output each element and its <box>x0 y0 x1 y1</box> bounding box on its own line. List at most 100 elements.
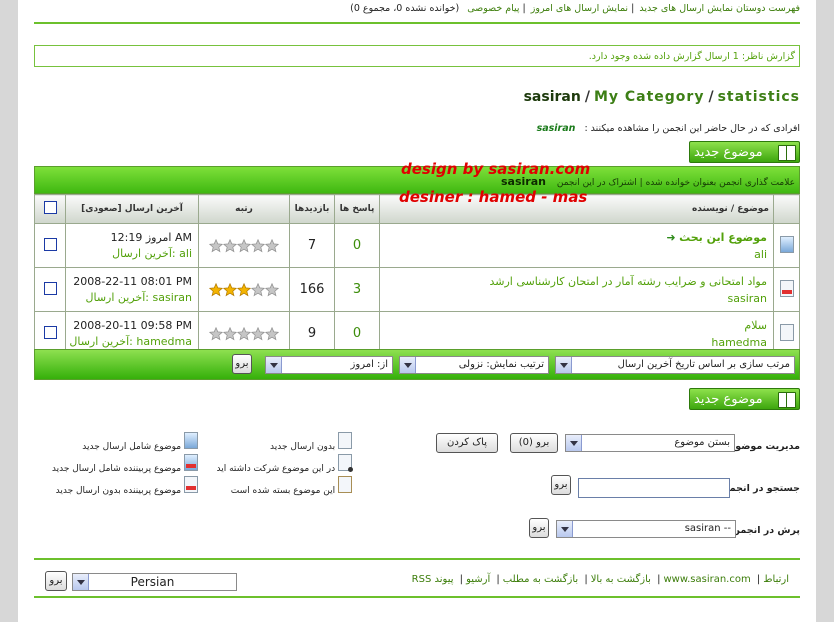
new-topic-button-bottom[interactable]: موضوع جدید <box>689 388 800 410</box>
chevron-down-icon <box>400 357 416 373</box>
nav-new-posts-link[interactable]: فهرست دوستان نمایش ارسال های جدید <box>639 3 800 14</box>
nav-private-messages-link[interactable]: پیام خصوصی <box>467 3 519 14</box>
footer-archive-link[interactable]: آرشیو <box>466 574 490 585</box>
forum-jump-go-button[interactable]: برو <box>529 518 549 538</box>
legend-item: موضوع پربیننده شامل ارسال جدید <box>52 454 198 474</box>
topic-author-link[interactable]: hamedma <box>711 336 767 349</box>
chevron-down-icon <box>557 521 573 537</box>
last-post-cell: 2008-22-11 08:01 PM آخرین ارسال: sasiran <box>65 267 199 312</box>
col-rating[interactable]: رتبه <box>198 194 290 224</box>
footer-contact-link[interactable]: ارتباط <box>763 574 789 585</box>
rating-star-icon <box>237 238 251 252</box>
forum-jump-select[interactable]: -- sasiran <box>556 520 736 538</box>
sort-order-select[interactable]: ترتیب نمایش: نزولی <box>399 356 549 374</box>
sort-order-value: ترتیب نمایش: نزولی <box>458 359 544 370</box>
last-post-user[interactable]: ali <box>179 247 192 260</box>
hot-new-posts-topic-icon <box>184 454 198 471</box>
topic-hot-icon <box>779 279 794 297</box>
legend-item: بدون ارسال جدید <box>270 432 352 452</box>
legend-label: بدون ارسال جدید <box>270 442 336 452</box>
mark-forum-read-link[interactable]: علامت گذاری انجمن بعنوان خوانده شده <box>646 178 795 188</box>
chevron-down-icon <box>73 574 89 590</box>
row-checkbox[interactable] <box>43 325 57 339</box>
viewers-label: افرادی که در حال حاضر این انجمن را مشاهد… <box>584 123 800 134</box>
legend-label: موضوع شامل ارسال جدید <box>82 442 182 452</box>
watermark-line-2: desiner : hamed - mas <box>399 188 588 206</box>
rating-star-icon <box>265 238 279 252</box>
col-last-post[interactable]: آخرین ارسال [صعودی] <box>65 194 199 224</box>
sort-go-button[interactable]: برو <box>232 354 252 374</box>
topic-title-link[interactable]: سلام <box>744 319 767 332</box>
book-icon <box>778 145 796 161</box>
sort-bar: مرتب سازی بر اساس تاریخ آخرین ارسال ترتی… <box>34 349 800 380</box>
rating-stars <box>209 282 279 297</box>
breadcrumb-root[interactable]: statistics <box>718 89 800 105</box>
sort-by-value: مرتب سازی بر اساس تاریخ آخرین ارسال <box>617 359 790 370</box>
breadcrumb-category[interactable]: My Category <box>594 89 705 105</box>
watermark-line-1: design by sasiran.com <box>401 160 591 178</box>
report-label: گزارش ناظر: <box>741 51 795 62</box>
top-navigation: فهرست دوستان نمایش ارسال های جدید| نمایش… <box>34 0 800 24</box>
sort-by-select[interactable]: مرتب سازی بر اساس تاریخ آخرین ارسال <box>555 356 795 374</box>
new-topic-button[interactable]: موضوع جدید <box>689 141 800 163</box>
footer-back-to-content-link[interactable]: بازگشت به مطلب <box>503 574 578 585</box>
legend-item: موضوع پربیننده بدون ارسال جدید <box>56 476 198 496</box>
no-new-posts-icon <box>338 432 352 449</box>
legend-item: موضوع شامل ارسال جدید <box>82 432 198 452</box>
table-row: امروز 12:19 AM آخرین ارسال: ali 7 0 ➜ موضوع … <box>34 223 800 268</box>
col-views[interactable]: بازدیدها <box>289 194 335 224</box>
report-link[interactable]: 1 ارسال گزارش داده شده وجود دارد. <box>589 51 739 62</box>
language-select[interactable]: Persian <box>72 573 237 591</box>
rating-star-icon <box>223 326 237 340</box>
footer-rss-link[interactable]: پیوند RSS <box>412 574 454 585</box>
topic-author-link[interactable]: ali <box>754 248 767 261</box>
rating-star-icon <box>209 326 223 340</box>
topic-cell: ➜ موضوع این بحث ali <box>379 223 774 268</box>
rating-cell <box>198 267 290 312</box>
row-checkbox[interactable] <box>43 237 57 251</box>
search-forum-label: جستجو در انجمن <box>721 483 800 494</box>
rating-star-icon <box>209 282 223 296</box>
legend-label: موضوع پربیننده شامل ارسال جدید <box>51 464 182 474</box>
date-range-select[interactable]: از: امروز <box>265 356 393 374</box>
last-post-user[interactable]: sasiran <box>153 291 193 304</box>
active-viewers: افرادی که در حال حاضر این انجمن را مشاهد… <box>34 123 800 134</box>
select-all-header <box>34 194 66 224</box>
topic-title-link[interactable]: موضوع این بحث <box>679 231 767 244</box>
hot-topic-icon <box>184 476 198 493</box>
topic-cell: مواد امتحانی و ضرایب رشته آمار در امتحان… <box>379 267 774 312</box>
moderation-go-button[interactable]: برو (0) <box>510 433 558 453</box>
select-all-checkbox[interactable] <box>43 201 57 214</box>
replies-cell[interactable]: 3 <box>334 267 380 312</box>
footer-back-to-top-link[interactable]: بازگشت به بالا <box>591 574 651 585</box>
search-input[interactable] <box>578 478 730 498</box>
replies-cell[interactable]: 0 <box>334 223 380 268</box>
search-go-button[interactable]: برو <box>551 475 571 495</box>
last-post-user[interactable]: hamedma <box>136 335 192 348</box>
clear-button[interactable]: پاک کردن <box>436 433 498 453</box>
col-replies[interactable]: پاسخ ها <box>334 194 380 224</box>
last-post-label: آخرین ارسال: <box>85 290 149 304</box>
language-go-button[interactable]: برو <box>45 571 67 591</box>
row-select-cell <box>34 267 66 312</box>
topic-icon <box>779 323 794 341</box>
topic-title-link[interactable]: مواد امتحانی و ضرایب رشته آمار در امتحان… <box>490 275 768 288</box>
nav-today-posts-link[interactable]: نمایش ارسال های امروز <box>531 3 628 14</box>
language-value: Persian <box>130 575 175 589</box>
topic-icon-cell <box>773 267 800 312</box>
footer-links: ارتباط| www.sasiran.com| بازگشت به بالا|… <box>411 574 789 585</box>
moderation-select[interactable]: بستن موضوع <box>565 434 735 452</box>
rating-star-icon <box>251 282 265 296</box>
new-posts-topic-icon <box>184 432 198 449</box>
row-checkbox[interactable] <box>43 281 57 295</box>
topic-author-link[interactable]: sasiran <box>728 292 768 305</box>
subscribe-forum-link[interactable]: اشتراک در این انجمن <box>557 178 637 188</box>
topic-icon-cell <box>773 223 800 268</box>
footer-site-link[interactable]: www.sasiran.com <box>663 574 750 585</box>
views-cell: 7 <box>289 223 335 268</box>
page: فهرست دوستان نمایش ارسال های جدید| نمایش… <box>18 0 816 622</box>
rating-star-icon <box>237 326 251 340</box>
locked-topic-icon <box>338 476 352 493</box>
legend-item: در این موضوع شرکت داشته اید <box>217 454 353 474</box>
viewer-user[interactable]: sasiran <box>537 123 576 134</box>
